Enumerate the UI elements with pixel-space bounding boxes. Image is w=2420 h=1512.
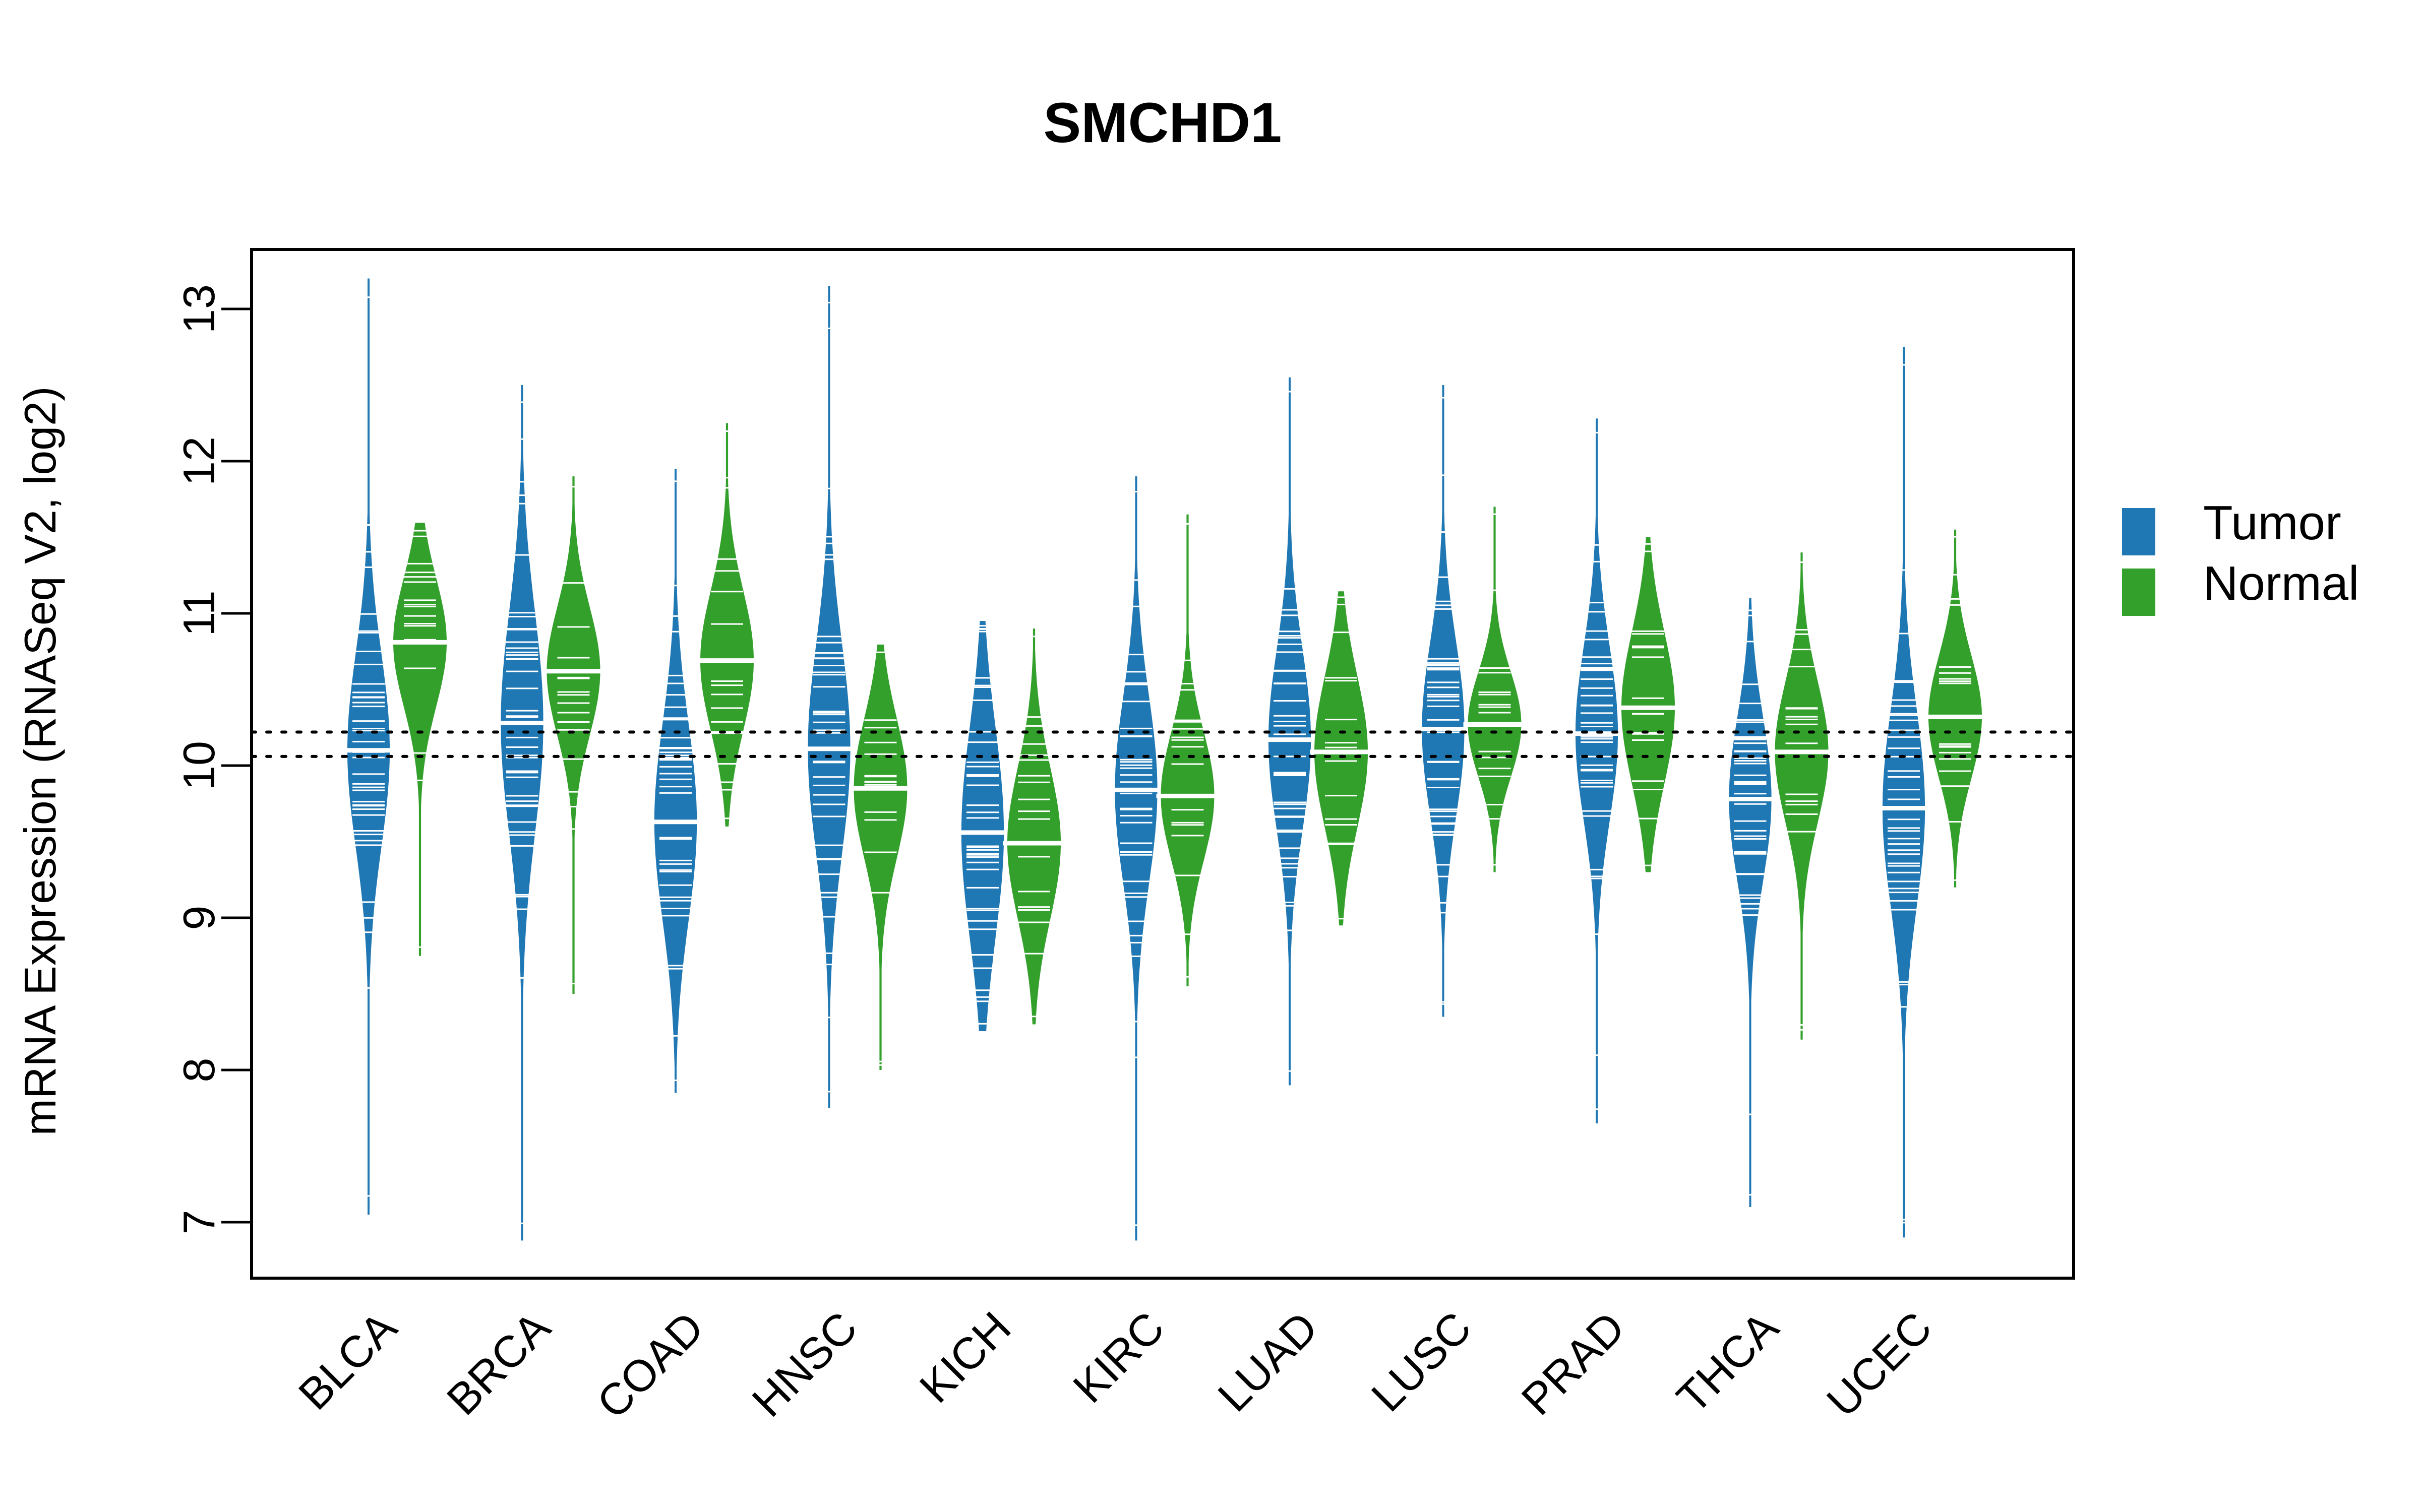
y-tick-label: 13 (174, 284, 224, 334)
y-tick-label: 10 (174, 741, 224, 790)
legend-swatch-tumor (2122, 508, 2155, 555)
y-axis-label: mRNA Expression (RNASeq V2, log2) (15, 387, 65, 1136)
y-tick-label: 7 (174, 1210, 224, 1235)
y-tick-label: 12 (174, 436, 224, 486)
legend-label-tumor: Tumor (2203, 496, 2341, 550)
chart-title: SMCHD1 (1044, 91, 1282, 154)
beanplot-chart: SMCHD1 78910111213 BLCA BRCA COAD HNSC KICH K… (0, 0, 2420, 1512)
legend-label-normal: Normal (2203, 556, 2359, 610)
y-tick-label: 8 (174, 1058, 224, 1083)
y-tick-label: 11 (174, 590, 224, 636)
y-tick-label: 9 (174, 906, 224, 930)
legend-swatch-normal (2122, 569, 2155, 616)
